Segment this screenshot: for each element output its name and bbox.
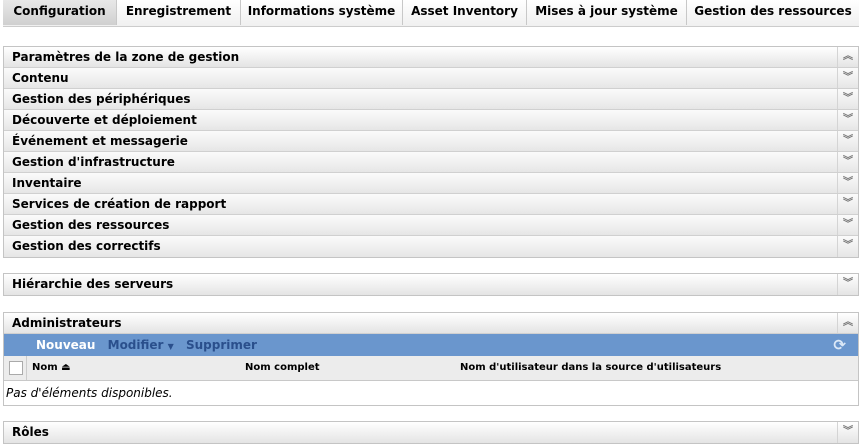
zone-settings-panel: Paramètres de la zone de gestion ︽ Conten… <box>3 46 859 258</box>
panel-title: Administrateurs <box>12 316 122 330</box>
zone-item-rapport[interactable]: Services de création de rapport ︾ <box>4 194 858 215</box>
item-label: Découverte et déploiement <box>12 113 197 127</box>
zone-item-decouverte[interactable]: Découverte et déploiement ︾ <box>4 110 858 131</box>
chevron-down-icon[interactable]: ︾ <box>837 68 858 88</box>
item-label: Inventaire <box>12 176 82 190</box>
item-label: Gestion des ressources <box>12 218 170 232</box>
panel-title: Rôles <box>12 425 49 439</box>
item-label: Gestion des périphériques <box>12 92 191 106</box>
admin-toolbar: Nouveau Modifier ▼ Supprimer ⟳ <box>4 334 858 356</box>
roles-panel: Rôles ︾ <box>3 421 859 444</box>
chevron-down-icon[interactable]: ︾ <box>837 110 858 130</box>
caret-down-icon: ▼ <box>167 342 174 351</box>
zone-item-peripheriques[interactable]: Gestion des périphériques ︾ <box>4 89 858 110</box>
item-label: Événement et messagerie <box>12 134 188 148</box>
administrators-panel: Administrateurs ︽ Nouveau Modifier ▼ Supp… <box>3 312 859 406</box>
tab-gestion-ressources[interactable]: Gestion des ressources <box>687 0 859 25</box>
zone-item-contenu[interactable]: Contenu ︾ <box>4 68 858 89</box>
chevron-down-icon[interactable]: ︾ <box>837 274 858 295</box>
administrators-header[interactable]: Administrateurs ︽ <box>4 313 858 334</box>
zone-item-correctifs[interactable]: Gestion des correctifs ︾ <box>4 236 858 257</box>
tab-bar: Configuration Enregistrement Information… <box>3 0 859 27</box>
modify-label: Modifier <box>107 338 164 352</box>
chevron-down-icon[interactable]: ︾ <box>837 152 858 172</box>
delete-button[interactable]: Supprimer <box>186 338 257 352</box>
chevron-up-icon[interactable]: ︽ <box>837 47 858 67</box>
table-header: Nom ⏏ Nom complet Nom d'utilisateur dans… <box>4 356 858 381</box>
column-nom-utilisateur[interactable]: Nom d'utilisateur dans la source d'utili… <box>460 356 721 380</box>
modify-menu-button[interactable]: Modifier ▼ <box>108 338 174 352</box>
zone-item-inventaire[interactable]: Inventaire ︾ <box>4 173 858 194</box>
roles-header[interactable]: Rôles ︾ <box>4 422 858 443</box>
item-label: Contenu <box>12 71 69 85</box>
tab-informations-systeme[interactable]: Informations système <box>241 0 403 25</box>
column-label: Nom <box>32 362 58 373</box>
server-hierarchy-header[interactable]: Hiérarchie des serveurs ︾ <box>4 274 858 295</box>
item-label: Gestion d'infrastructure <box>12 155 175 169</box>
chevron-down-icon[interactable]: ︾ <box>837 89 858 109</box>
zone-item-infrastructure[interactable]: Gestion d'infrastructure ︾ <box>4 152 858 173</box>
tab-asset-inventory[interactable]: Asset Inventory <box>403 0 527 25</box>
zone-item-evenement[interactable]: Événement et messagerie ︾ <box>4 131 858 152</box>
sort-ascending-icon: ⏏ <box>61 362 71 373</box>
zone-item-ressources[interactable]: Gestion des ressources ︾ <box>4 215 858 236</box>
tab-configuration[interactable]: Configuration <box>3 0 117 25</box>
chevron-down-icon[interactable]: ︾ <box>837 173 858 193</box>
select-all-checkbox[interactable] <box>9 361 23 375</box>
zone-settings-header[interactable]: Paramètres de la zone de gestion ︽ <box>4 47 858 68</box>
tab-mises-a-jour[interactable]: Mises à jour système <box>527 0 687 25</box>
new-button[interactable]: Nouveau <box>36 338 95 352</box>
panel-title: Hiérarchie des serveurs <box>12 277 174 291</box>
item-label: Gestion des correctifs <box>12 239 161 253</box>
chevron-down-icon[interactable]: ︾ <box>837 236 858 257</box>
chevron-down-icon[interactable]: ︾ <box>837 131 858 151</box>
chevron-down-icon[interactable]: ︾ <box>837 422 858 443</box>
column-nom[interactable]: Nom ⏏ <box>32 356 71 380</box>
chevron-up-icon[interactable]: ︽ <box>837 313 858 333</box>
chevron-down-icon[interactable]: ︾ <box>837 194 858 214</box>
tab-enregistrement[interactable]: Enregistrement <box>117 0 241 25</box>
chevron-down-icon[interactable]: ︾ <box>837 215 858 235</box>
column-nom-complet[interactable]: Nom complet <box>245 356 320 380</box>
server-hierarchy-panel: Hiérarchie des serveurs ︾ <box>3 273 859 296</box>
panel-title: Paramètres de la zone de gestion <box>12 50 240 64</box>
refresh-icon[interactable]: ⟳ <box>833 336 846 354</box>
item-label: Services de création de rapport <box>12 197 227 211</box>
empty-message: Pas d'éléments disponibles. <box>6 386 173 400</box>
